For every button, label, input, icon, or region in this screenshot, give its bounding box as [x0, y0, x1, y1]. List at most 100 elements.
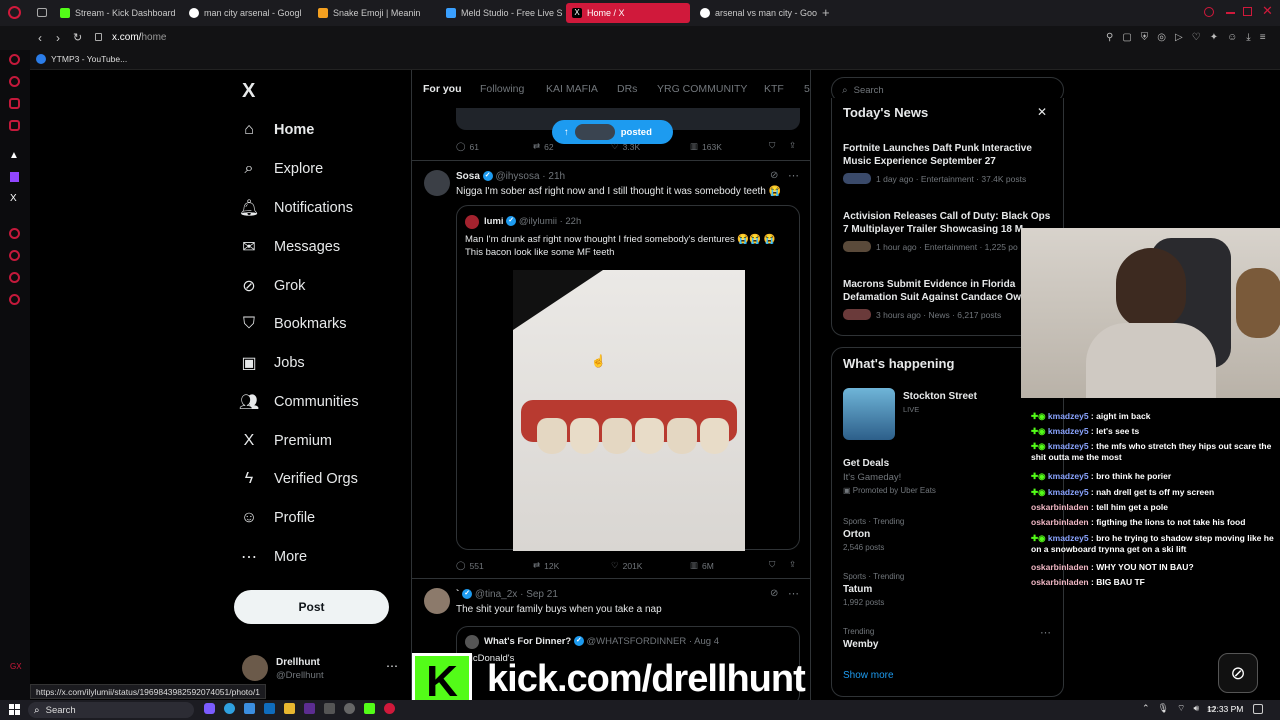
tweet-more-icon[interactable]: ⋯ [788, 169, 799, 182]
chat-username[interactable]: kmadzey5 [1048, 411, 1089, 421]
chat-username[interactable]: oskarbinladen [1031, 562, 1089, 572]
url-field[interactable]: x.com/home [112, 32, 166, 43]
tab-overview-icon[interactable] [37, 8, 47, 17]
nav-item-jobs[interactable]: ▣ Jobs [240, 349, 304, 377]
post-button[interactable]: Post [234, 590, 389, 624]
browser-tab-active[interactable]: X Home / X [566, 3, 690, 23]
nav-item-communities[interactable]: 👥︎ Communities [239, 388, 359, 416]
opera-gx-icon[interactable] [384, 703, 395, 714]
tray-chevron-icon[interactable]: ⌃ [1142, 703, 1150, 714]
clock[interactable]: 12:33 PM [1207, 704, 1243, 714]
trend-item[interactable]: Trending Wemby [843, 627, 1055, 650]
snapshot-icon[interactable]: ▢ [1122, 32, 1131, 43]
play-icon[interactable]: ▷ [1175, 32, 1183, 43]
twitch-icon[interactable] [10, 172, 19, 182]
nav-item-messages[interactable]: ✉ Messages [240, 233, 340, 261]
retweet-count[interactable]: ⇄ 12K [533, 560, 559, 571]
tweet-avatar[interactable] [424, 170, 450, 196]
tab-more[interactable]: 5 [804, 83, 810, 95]
author-handle[interactable]: @ihysosa · 21h [495, 171, 565, 182]
pin-icon[interactable]: ⚲ [1106, 32, 1113, 43]
author-name[interactable]: ` [456, 589, 459, 600]
volume-icon[interactable]: 🔊︎ [1193, 703, 1199, 714]
tab-ktf[interactable]: KTF [764, 83, 784, 95]
retweet-count[interactable]: ⇄ 62 [533, 141, 554, 152]
reply-count[interactable]: ◯ 551 [456, 560, 484, 571]
new-tab-icon[interactable]: + [822, 5, 830, 20]
sidebar-app-icon[interactable]: ▲ [9, 150, 19, 161]
account-switcher[interactable]: Drellhunt @Drellhunt ⋯ [242, 655, 402, 685]
tab-yrg-community[interactable]: YRG COMMUNITY [657, 83, 747, 95]
nav-item-more[interactable]: ⋯ More [240, 543, 307, 571]
browser-tab[interactable]: Snake Emoji | Meanin [312, 3, 436, 23]
tab-kai-mafia[interactable]: KAI MAFIA [546, 83, 598, 95]
maximize-icon[interactable] [1243, 7, 1252, 16]
quote-tweet[interactable]: lumi ✓ @ilylumii · 22h Man I'm drunk asf… [456, 205, 800, 551]
tab-drs[interactable]: DRs [617, 83, 637, 95]
chat-username[interactable]: kmadzey5 [1048, 471, 1089, 481]
shield-icon[interactable]: ⛨ [1141, 32, 1149, 43]
nav-item-bookmarks[interactable]: ⛉ Bookmarks [240, 310, 347, 338]
vs-icon[interactable] [304, 703, 315, 714]
chat-username[interactable]: oskarbinladen [1031, 517, 1089, 527]
reply-count[interactable]: ◯ 61 [456, 141, 479, 152]
history-icon[interactable] [9, 228, 20, 239]
menu-icon[interactable]: ≡ [1260, 32, 1266, 43]
tweet-more-icon[interactable]: ⋯ [788, 587, 799, 600]
browser-tab[interactable]: man city arsenal - Googl [183, 3, 307, 23]
close-window-icon[interactable]: ✕ [1262, 3, 1273, 19]
screenshot-icon[interactable]: ◎ [1157, 32, 1166, 43]
aria-icon[interactable] [9, 54, 20, 65]
trend-more-icon[interactable]: ⋯ [1040, 626, 1051, 639]
x-logo[interactable]: X [242, 80, 255, 103]
store-icon[interactable] [244, 703, 255, 714]
browser-tab[interactable]: arsenal vs man city - Goo [694, 3, 818, 23]
wifi-icon[interactable]: ⌔ [1177, 703, 1185, 714]
clock-icon[interactable] [9, 250, 20, 261]
nav-item-premium[interactable]: X Premium [240, 427, 332, 455]
chat-username[interactable]: oskarbinladen [1031, 577, 1089, 587]
clip-button[interactable]: ⊘ [1218, 653, 1258, 693]
app-icon[interactable] [324, 703, 335, 714]
nav-item-grok[interactable]: ⊘ Grok [240, 272, 305, 300]
more-sidebar-icon[interactable]: GX [10, 662, 22, 671]
bookmark-action[interactable]: ⛉ [769, 140, 775, 151]
outlook-icon[interactable] [264, 703, 275, 714]
forward-icon[interactable]: › [56, 31, 60, 45]
chat-username[interactable]: kmadzey5 [1048, 487, 1089, 497]
nav-item-profile[interactable]: ☺ Profile [240, 504, 315, 532]
close-icon[interactable]: ✕ [1037, 105, 1047, 119]
browser-tab[interactable]: Meld Studio - Free Live S [440, 3, 564, 23]
bookmark-item[interactable]: YTMP3 - YouTube... [36, 54, 127, 64]
taskbar-search[interactable]: ⌕ Search [28, 702, 194, 718]
notification-icon[interactable] [1253, 704, 1263, 714]
tweet-avatar[interactable] [424, 588, 450, 614]
like-count[interactable]: ♡ 201K [611, 560, 642, 571]
news-item[interactable]: Fortnite Launches Daft Punk Interactive … [843, 142, 1055, 184]
opera-logo-icon[interactable] [8, 6, 21, 19]
quote-photo[interactable]: ☝ [513, 270, 745, 551]
nav-item-notifications[interactable]: 🔔︎ Notifications [239, 194, 353, 222]
grok-icon[interactable]: ⊘ [770, 170, 778, 181]
settings-icon[interactable] [9, 294, 20, 305]
browser-tab[interactable]: Stream - Kick Dashboard [54, 3, 178, 23]
chat-username[interactable]: kmadzey5 [1048, 441, 1089, 451]
messenger-icon[interactable] [9, 98, 20, 109]
view-count[interactable]: ▥ 6M [690, 560, 714, 571]
share-action[interactable]: ⇪ [789, 140, 796, 151]
view-count[interactable]: ▥ 163K [690, 141, 722, 152]
extensions-icon[interactable]: ✦ [1210, 32, 1218, 43]
grok-icon[interactable]: ⊘ [770, 588, 778, 599]
extensions-sidebar-icon[interactable] [9, 272, 20, 283]
like-count[interactable]: ♡ 3.3K [611, 141, 640, 152]
more-dots-icon[interactable]: ⋯ [386, 659, 398, 673]
pinboard-icon[interactable] [9, 120, 20, 131]
show-more-link[interactable]: Show more [843, 670, 894, 681]
download-icon[interactable]: ⤓ [1246, 32, 1250, 43]
mic-icon[interactable]: 🎙︎ [1158, 703, 1169, 714]
player-icon[interactable] [9, 76, 20, 87]
minimize-icon[interactable] [1226, 12, 1235, 14]
author-handle[interactable]: @tina_2x · Sep 21 [475, 589, 558, 600]
chat-username[interactable]: kmadzey5 [1048, 426, 1089, 436]
chat-username[interactable]: oskarbinladen [1031, 502, 1089, 512]
